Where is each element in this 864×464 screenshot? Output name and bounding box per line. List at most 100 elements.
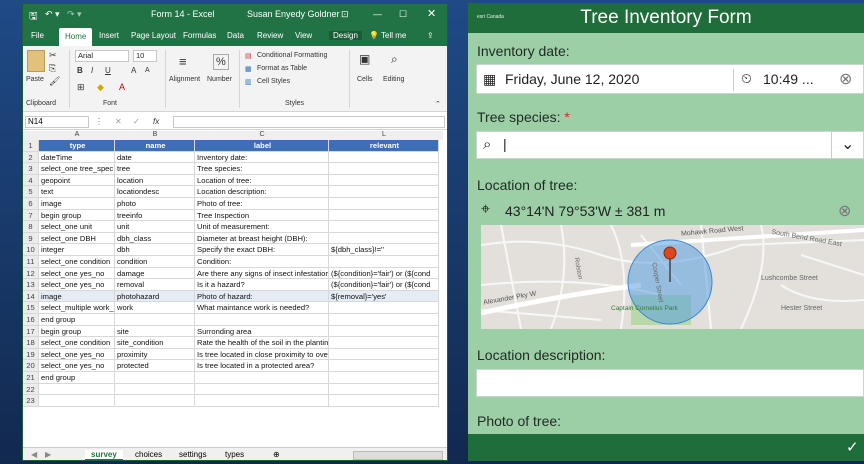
table-cell[interactable] xyxy=(329,209,439,222)
column-header-cell[interactable]: label xyxy=(195,140,329,152)
table-cell[interactable] xyxy=(195,372,329,384)
copy-icon[interactable]: ⎘ xyxy=(49,63,56,74)
shrink-font-button[interactable]: A xyxy=(145,67,150,74)
column-header-c[interactable]: C xyxy=(195,131,329,138)
ribbon-display-icon[interactable]: ⊡ xyxy=(341,9,349,20)
row-number[interactable]: 9 xyxy=(23,232,39,245)
table-cell[interactable] xyxy=(115,314,195,326)
table-cell[interactable]: begin group xyxy=(39,325,115,338)
time-input[interactable]: 10:49 ... xyxy=(763,71,814,87)
table-cell[interactable] xyxy=(329,221,439,233)
table-cell[interactable] xyxy=(329,325,439,338)
table-cell[interactable] xyxy=(329,256,439,268)
tab-view[interactable]: View xyxy=(295,31,312,40)
table-cell[interactable] xyxy=(329,348,439,361)
table-cell[interactable]: Diameter at breast height (DBH): xyxy=(195,232,329,245)
location-description-input[interactable] xyxy=(476,369,864,397)
font-color-icon[interactable]: A xyxy=(119,82,125,92)
table-cell[interactable] xyxy=(329,314,439,326)
table-cell[interactable] xyxy=(115,372,195,384)
table-cell[interactable]: Location description: xyxy=(195,186,329,198)
table-cell[interactable] xyxy=(329,360,439,372)
column-header-cell[interactable]: relevant xyxy=(329,140,439,152)
table-cell[interactable]: work xyxy=(115,302,195,314)
table-cell[interactable]: tree xyxy=(115,163,195,175)
enter-icon[interactable]: ✓ xyxy=(133,117,140,126)
table-cell[interactable]: site xyxy=(115,325,195,338)
percent-icon[interactable]: % xyxy=(213,54,229,70)
table-cell[interactable] xyxy=(39,395,115,407)
tab-review[interactable]: Review xyxy=(257,31,283,40)
table-cell[interactable]: Location of tree: xyxy=(195,174,329,187)
tab-data[interactable]: Data xyxy=(227,31,244,40)
undo-icon[interactable]: ↶ ▾ xyxy=(45,9,60,20)
close-button[interactable]: ✕ xyxy=(427,7,436,20)
prev-sheet-icon[interactable]: ◀ xyxy=(31,450,37,459)
table-cell[interactable]: select_one yes_no xyxy=(39,279,115,291)
save-icon[interactable]: 🖫 xyxy=(29,9,38,26)
table-cell[interactable]: locationdesc xyxy=(115,186,195,198)
table-cell[interactable]: select_one yes_no xyxy=(39,360,115,372)
date-input[interactable]: Friday, June 12, 2020 xyxy=(505,71,639,87)
submit-check-icon[interactable]: ✓ xyxy=(846,438,859,456)
column-header-a[interactable]: A xyxy=(39,131,115,138)
table-cell[interactable]: select_one DBH xyxy=(39,232,115,245)
table-cell[interactable]: select_one condition xyxy=(39,256,115,268)
insert-function-button[interactable]: fx xyxy=(153,117,159,126)
add-sheet-icon[interactable]: ⊕ xyxy=(273,450,280,459)
table-cell[interactable] xyxy=(115,383,195,396)
share-icon[interactable]: ⇪ xyxy=(427,31,434,40)
table-cell[interactable] xyxy=(329,337,439,349)
table-cell[interactable]: Photo of tree: xyxy=(195,198,329,210)
table-cell[interactable]: Surronding area xyxy=(195,325,329,338)
table-cell[interactable]: select_one yes_no xyxy=(39,348,115,361)
collapse-ribbon-icon[interactable]: ⌃ xyxy=(435,100,441,108)
italic-button[interactable]: I xyxy=(91,66,93,75)
table-cell[interactable] xyxy=(195,314,329,326)
table-cell[interactable]: Is it a hazard? xyxy=(195,279,329,291)
cut-icon[interactable]: ✂ xyxy=(49,50,57,61)
table-cell[interactable]: Tree Inspection xyxy=(195,209,329,222)
sheet-tab-survey[interactable]: survey xyxy=(85,450,123,460)
table-cell[interactable]: date xyxy=(115,151,195,164)
table-cell[interactable]: treeinfo xyxy=(115,209,195,222)
table-cell[interactable]: select_one unit xyxy=(39,221,115,233)
table-cell[interactable]: site_condition xyxy=(115,337,195,349)
table-cell[interactable]: Rate the health of the soil in the plant… xyxy=(195,337,329,349)
table-cell[interactable]: Photo of hazard: xyxy=(195,290,329,303)
table-cell[interactable]: protected xyxy=(115,360,195,372)
table-cell[interactable] xyxy=(329,232,439,245)
row-number[interactable]: 19 xyxy=(23,348,39,361)
cell-styles-button[interactable]: Cell Styles xyxy=(257,78,290,85)
user-name[interactable]: Susan Enyedy Goldner xyxy=(247,9,340,19)
tell-me-box[interactable]: Tell me xyxy=(381,31,406,40)
row-number[interactable]: 20 xyxy=(23,360,39,372)
underline-button[interactable]: U xyxy=(105,66,111,75)
name-box[interactable]: N14 xyxy=(25,116,89,128)
maximize-button[interactable]: ☐ xyxy=(399,9,407,20)
row-number[interactable]: 11 xyxy=(23,256,39,268)
row-number[interactable]: 13 xyxy=(23,279,39,291)
table-cell[interactable] xyxy=(329,198,439,210)
bold-button[interactable]: B xyxy=(77,66,83,75)
sheet-tab-choices[interactable]: choices xyxy=(135,450,162,459)
table-cell[interactable] xyxy=(195,395,329,407)
cancel-icon[interactable]: ✕ xyxy=(115,117,122,126)
table-cell[interactable] xyxy=(329,383,439,396)
table-cell[interactable]: Specify the exact DBH: xyxy=(195,244,329,256)
table-cell[interactable] xyxy=(329,174,439,187)
table-cell[interactable]: photohazard xyxy=(115,290,195,303)
sheet-tab-types[interactable]: types xyxy=(225,450,244,459)
table-cell[interactable]: end group xyxy=(39,314,115,326)
sheet-tab-settings[interactable]: settings xyxy=(179,450,207,459)
row-number[interactable]: 10 xyxy=(23,244,39,256)
tab-insert[interactable]: Insert xyxy=(99,31,119,40)
table-cell[interactable]: location xyxy=(115,174,195,187)
table-cell[interactable] xyxy=(329,151,439,164)
table-cell[interactable] xyxy=(115,395,195,407)
table-cell[interactable]: Is tree located in a protected area? xyxy=(195,360,329,372)
tab-page-layout[interactable]: Page Layout xyxy=(131,31,176,40)
table-cell[interactable]: geopoint xyxy=(39,174,115,187)
row-number[interactable]: 23 xyxy=(23,395,39,407)
grow-font-button[interactable]: A xyxy=(131,66,136,75)
